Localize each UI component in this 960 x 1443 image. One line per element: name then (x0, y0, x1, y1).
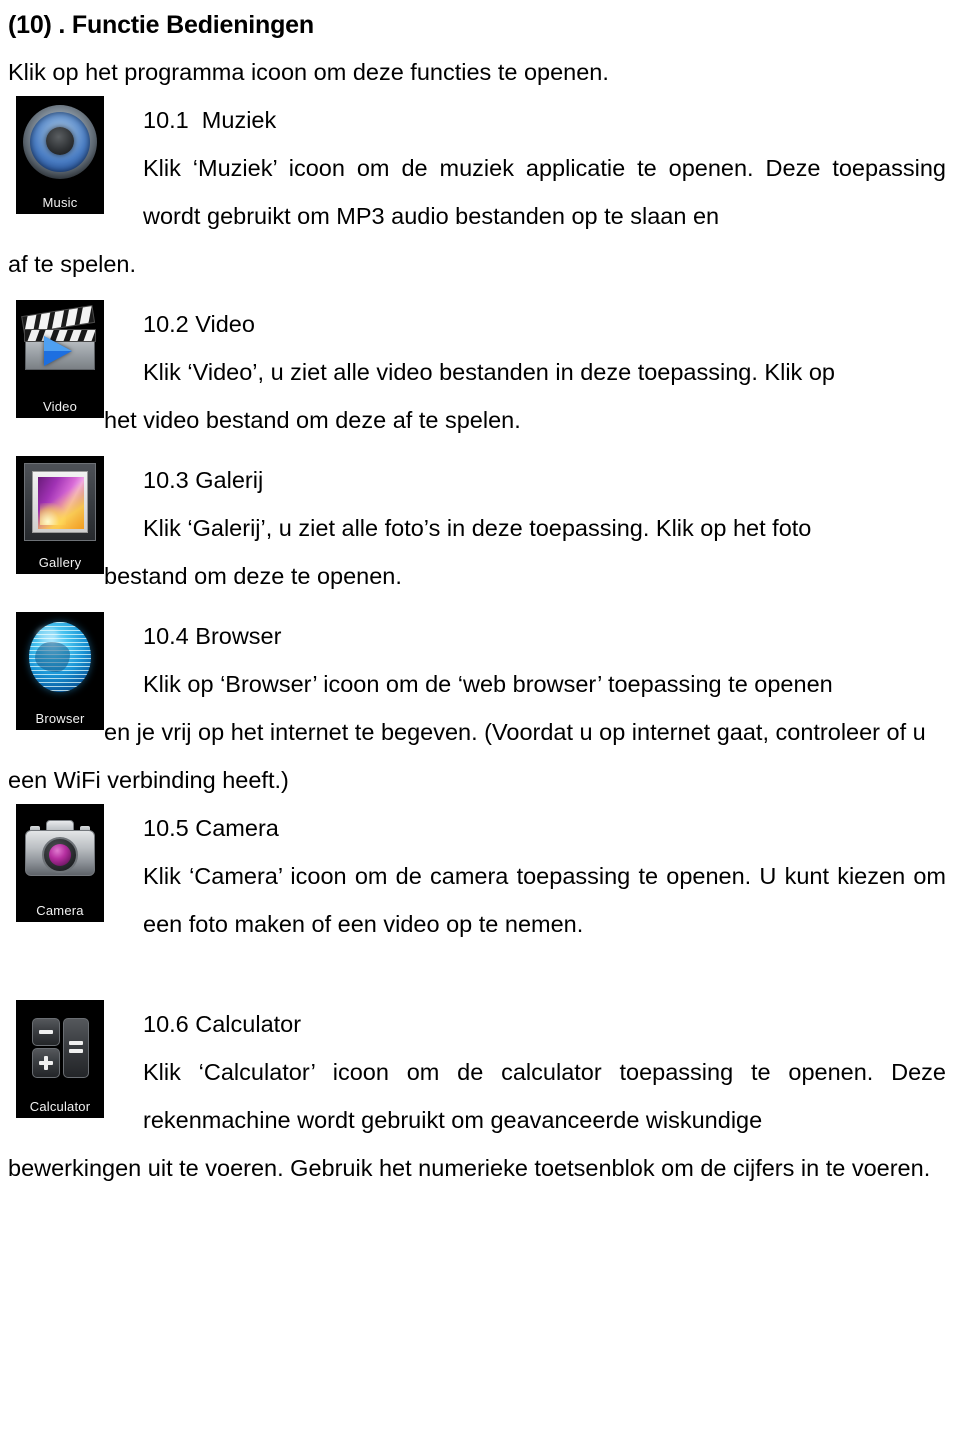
minus-glyph (39, 1030, 53, 1034)
photo-thumbnail (38, 477, 84, 529)
subheading-10-4: 10.4 Browser (143, 623, 282, 649)
document-page: (10) . Functie Bedieningen Klik op het p… (0, 0, 960, 1443)
video-icon-caption: Video (42, 399, 77, 414)
browser-icon-caption: Browser (35, 711, 85, 726)
subheading-10-3: 10.3 Galerij (143, 467, 264, 493)
section-camera: Camera 10.5 Camera Klik ‘Camera’ icoon o… (0, 804, 960, 948)
gallery-app-icon[interactable]: Gallery (16, 456, 104, 574)
lead-paragraph: Klik op het programma icoon om deze func… (8, 59, 609, 85)
subheading-10-2: 10.2 Video (143, 311, 255, 337)
calculator-icon-caption: Calculator (29, 1099, 91, 1114)
equals-glyph-bottom (69, 1049, 83, 1053)
calculator-equals-key (63, 1018, 89, 1078)
browser-paragraph-tail: en je vrij op het internet te begeven. (… (8, 719, 926, 793)
video-paragraph-tail: het video bestand om deze af te spelen. (104, 407, 521, 433)
camera-lens-ring (42, 837, 78, 873)
music-section-body: 10.1 Muziek Klik ‘Muziek’ icoon om de mu… (0, 96, 960, 240)
picture-frame-outer (24, 463, 96, 541)
video-app-icon[interactable]: Video (16, 300, 104, 418)
music-paragraph-indent: Klik ‘Muziek’ icoon om de muziek applica… (143, 155, 946, 229)
gallery-icon-caption: Gallery (38, 555, 82, 570)
camera-section-body: 10.5 Camera Klik ‘Camera’ icoon om de ca… (0, 804, 960, 948)
subheading-10-5: 10.5 Camera (143, 815, 279, 841)
section-music: Music 10.1 Muziek Klik ‘Muziek’ icoon om… (0, 96, 960, 288)
subheading-10-1: 10.1 Muziek (143, 107, 277, 133)
video-paragraph-indent: Klik ‘Video’, u ziet alle video bestande… (143, 359, 835, 385)
equals-glyph-top (69, 1041, 83, 1045)
music-icon-caption: Music (42, 195, 78, 210)
gallery-paragraph-indent: Klik ‘Galerij’, u ziet alle foto’s in de… (143, 515, 812, 541)
camera-app-icon[interactable]: Camera (16, 804, 104, 922)
picture-frame-inner (32, 471, 88, 533)
calculator-paragraph-tail: bewerkingen uit te voeren. Gebruik het n… (8, 1155, 931, 1181)
section-video: Video 10.2 Video Klik ‘Video’, u ziet al… (0, 300, 960, 444)
gallery-paragraph-tail: bestand om deze te openen. (104, 563, 402, 589)
section-gallery: Gallery 10.3 Galerij Klik ‘Galerij’, u z… (0, 456, 960, 600)
gallery-section-body: 10.3 Galerij Klik ‘Galerij’, u ziet alle… (0, 456, 960, 552)
browser-paragraph-indent: Klik op ‘Browser’ icoon om de ‘web brows… (143, 671, 833, 697)
calculator-section-body: 10.6 Calculator Klik ‘Calculator’ icoon … (0, 1000, 960, 1144)
camera-paragraph-indent: Klik ‘Camera’ icoon om de camera toepass… (143, 863, 946, 937)
video-section-body: 10.2 Video Klik ‘Video’, u ziet alle vid… (0, 300, 960, 396)
section-calculator: Calculator 10.6 Calculator Klik ‘Calcula… (0, 1000, 960, 1192)
globe-highlight (36, 627, 58, 641)
camera-icon-caption: Camera (36, 903, 84, 918)
music-app-icon[interactable]: Music (16, 96, 104, 214)
camera-lens-glass (49, 844, 71, 866)
calculator-paragraph-indent: Klik ‘Calculator’ icoon om de calculator… (143, 1059, 946, 1133)
page-title: (10) . Functie Bedieningen (8, 11, 314, 39)
browser-section-body: 10.4 Browser Klik op ‘Browser’ icoon om … (0, 612, 960, 708)
calculator-app-icon[interactable]: Calculator (16, 1000, 104, 1118)
music-paragraph-tail: af te spelen. (8, 251, 137, 277)
subheading-10-6: 10.6 Calculator (143, 1011, 302, 1037)
section-browser: Browser 10.4 Browser Klik op ‘Browser’ i… (0, 612, 960, 804)
plus-glyph-vertical (44, 1056, 48, 1070)
speaker-dome (46, 127, 74, 155)
browser-app-icon[interactable]: Browser (16, 612, 104, 730)
